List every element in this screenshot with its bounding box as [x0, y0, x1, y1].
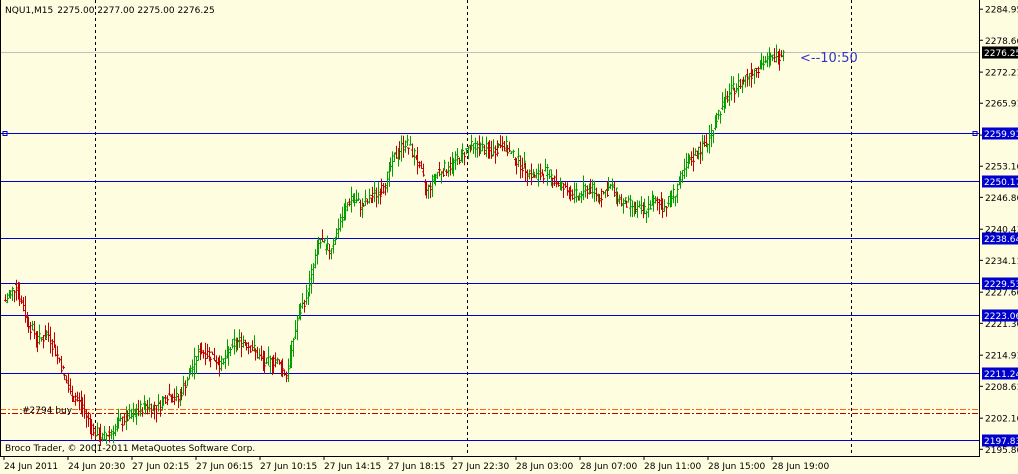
hline-label-6: 2197.83 [984, 437, 1018, 447]
y-tick-label-11: 2214.91 [985, 352, 1018, 362]
hline-label-2: 2238.64 [984, 235, 1018, 245]
y-axis: 2284.952278.662272.212265.912259.462253.… [979, 6, 1018, 456]
y-tick-label-3: 2265.91 [985, 100, 1018, 110]
chart-header: NQU1,M15 2275.00 2277.00 2275.00 2276.25 [5, 6, 215, 16]
x-tick-label-3: 27 Jun 06:15 [196, 462, 253, 472]
y-tick-label-0: 2284.95 [985, 6, 1018, 16]
x-tick-label-5: 27 Jun 14:15 [324, 462, 381, 472]
hline-label-5: 2211.24 [984, 370, 1018, 380]
time-annotation: <--10:50 [800, 51, 858, 66]
hline-label-0: 2259.91 [984, 130, 1018, 140]
hline-label-4: 2223.06 [984, 312, 1018, 322]
y-tick-label-13: 2202.16 [985, 415, 1018, 425]
order-label: #2794 buy [22, 406, 73, 416]
hline-label-3: 2229.53 [984, 280, 1018, 290]
x-tick-label-8: 28 Jun 03:00 [516, 462, 573, 472]
x-tick-label-2: 27 Jun 02:15 [132, 462, 189, 472]
symbol-label: NQU1,M15 [5, 6, 53, 16]
copyright-label: Broco Trader, © 2001-2011 MetaQuotes Sof… [5, 444, 255, 454]
y-tick-label-9: 2227.66 [985, 289, 1018, 299]
y-tick-label-12: 2208.61 [985, 383, 1018, 393]
x-tick-label-11: 28 Jun 15:00 [708, 462, 765, 472]
x-tick-label-0: 24 Jun 2011 [4, 462, 58, 472]
ohlc-values: 2275.00 2277.00 2275.00 2276.25 [57, 6, 214, 16]
price-chart[interactable]: 2284.952278.662272.212265.912259.462253.… [0, 0, 1018, 474]
x-tick-label-7: 27 Jun 22:30 [452, 462, 509, 472]
y-tick-label-14: 2195.86 [985, 446, 1018, 456]
x-tick-label-9: 28 Jun 07:00 [580, 462, 637, 472]
bid-label: 2276.25 [984, 49, 1018, 59]
x-tick-label-4: 27 Jun 10:15 [260, 462, 317, 472]
x-tick-label-6: 27 Jun 18:15 [388, 462, 445, 472]
x-tick-label-1: 24 Jun 20:30 [68, 462, 125, 472]
y-tick-label-8: 2234.11 [985, 257, 1018, 267]
y-tick-label-5: 2253.16 [985, 163, 1018, 173]
y-tick-label-6: 2246.86 [985, 194, 1018, 204]
chart-background [0, 0, 1018, 474]
x-tick-label-10: 28 Jun 11:00 [644, 462, 701, 472]
y-tick-label-2: 2272.21 [985, 69, 1018, 79]
x-tick-label-12: 28 Jun 19:00 [772, 462, 829, 472]
hline-label-1: 2250.17 [984, 178, 1018, 188]
y-tick-label-1: 2278.66 [985, 37, 1018, 47]
